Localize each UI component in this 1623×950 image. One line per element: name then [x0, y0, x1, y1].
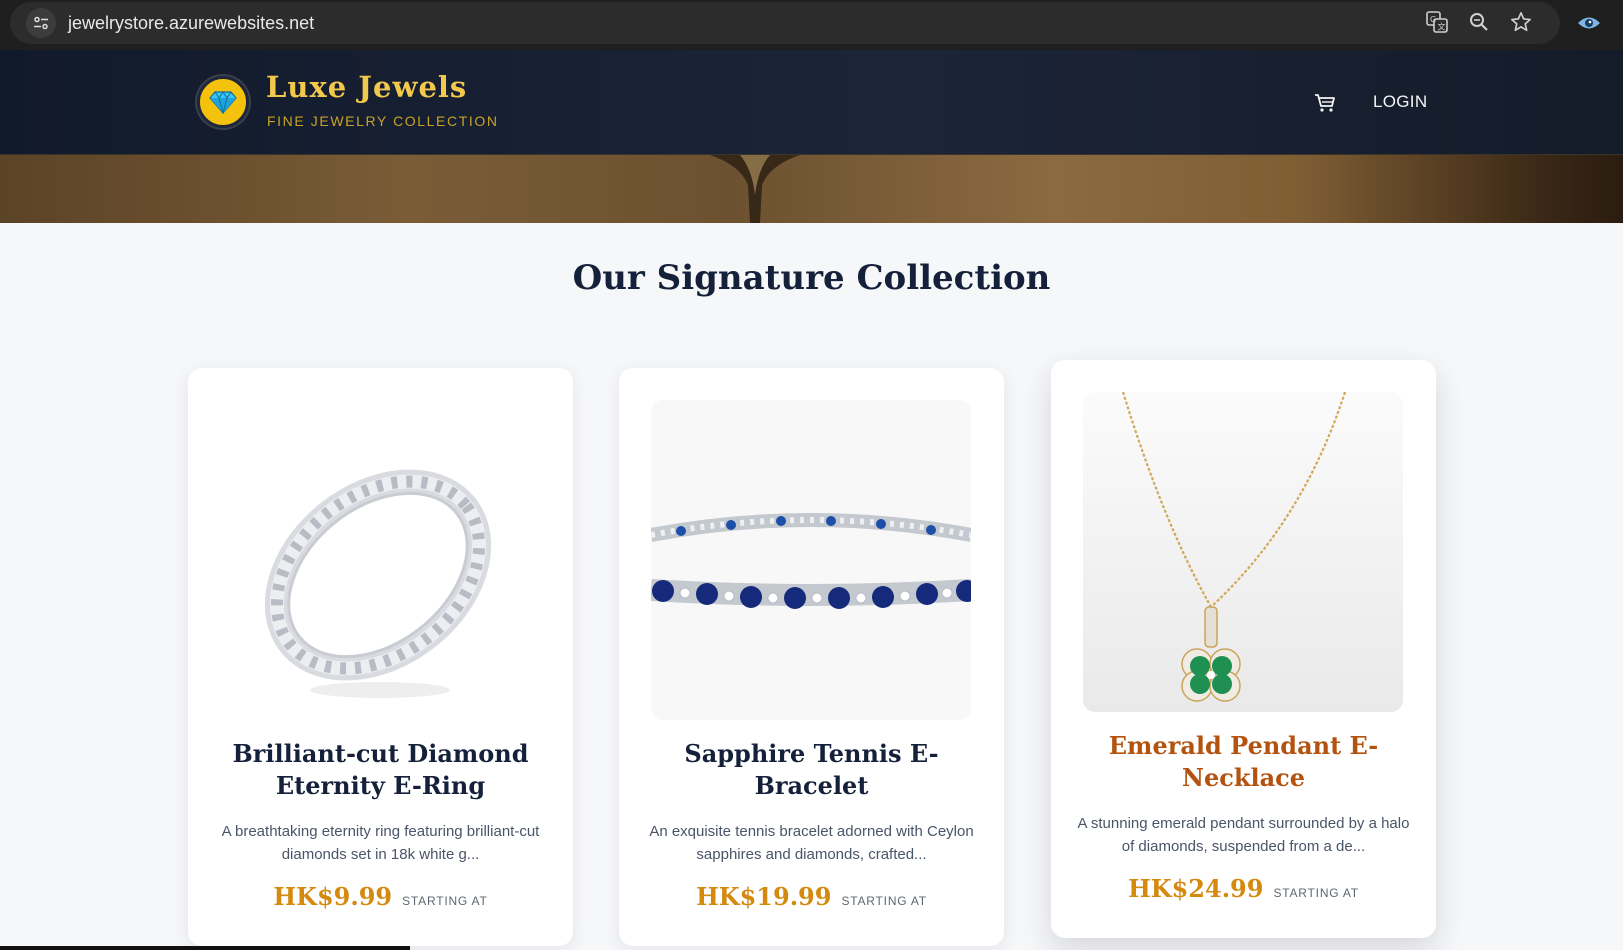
svg-text:G: G: [1430, 15, 1436, 24]
price-note: STARTING AT: [402, 894, 488, 908]
product-title[interactable]: Sapphire Tennis E-Bracelet: [639, 738, 984, 802]
product-card[interactable]: Brilliant-cut Diamond Eternity E-Ring A …: [188, 368, 573, 946]
product-description: A stunning emerald pendant surrounded by…: [1077, 815, 1410, 855]
svg-text:文: 文: [1438, 22, 1446, 32]
login-link[interactable]: LOGIN: [1373, 92, 1427, 112]
product-price: HK$24.99: [1128, 874, 1264, 903]
cart-icon[interactable]: [1312, 92, 1338, 114]
price-row: HK$19.99 STARTING AT: [619, 882, 1004, 911]
translate-icon[interactable]: G文: [1425, 10, 1449, 34]
hero-banner-image: [0, 155, 1623, 223]
zoom-icon[interactable]: [1467, 10, 1491, 34]
price-row: HK$24.99 STARTING AT: [1051, 874, 1436, 903]
status-bar: [0, 946, 410, 950]
product-price: HK$19.99: [696, 882, 832, 911]
product-description: A breathtaking eternity ring featuring b…: [221, 823, 540, 863]
price-note: STARTING AT: [841, 894, 927, 908]
brand-name[interactable]: Luxe Jewels: [266, 70, 467, 104]
product-card[interactable]: Emerald Pendant E-Necklace A stunning em…: [1051, 360, 1436, 938]
site-info-icon[interactable]: [26, 8, 56, 38]
price-note: STARTING AT: [1273, 886, 1359, 900]
product-title[interactable]: Brilliant-cut Diamond Eternity E-Ring: [208, 738, 553, 802]
product-image-necklace[interactable]: [1083, 392, 1403, 712]
url-text[interactable]: jewelrystore.azurewebsites.net: [68, 13, 314, 34]
browser-toolbar: jewelrystore.azurewebsites.net G文: [0, 0, 1623, 50]
bookmark-star-icon[interactable]: [1509, 10, 1533, 34]
product-image-ring[interactable]: [220, 400, 540, 720]
diamond-logo-icon[interactable]: [197, 76, 249, 128]
section-title: Our Signature Collection: [572, 258, 1051, 298]
product-price: HK$9.99: [273, 882, 393, 911]
product-image-bracelet[interactable]: [651, 400, 971, 720]
eye-extension-icon[interactable]: [1577, 12, 1601, 34]
price-row: HK$9.99 STARTING AT: [188, 882, 573, 911]
product-title[interactable]: Emerald Pendant E-Necklace: [1071, 730, 1416, 794]
product-description: An exquisite tennis bracelet adorned wit…: [649, 823, 974, 863]
product-card[interactable]: Sapphire Tennis E-Bracelet An exquisite …: [619, 368, 1004, 946]
brand-tagline: FINE JEWELRY COLLECTION: [267, 113, 499, 129]
site-header: Luxe Jewels FINE JEWELRY COLLECTION LOGI…: [0, 50, 1623, 155]
address-bar[interactable]: jewelrystore.azurewebsites.net: [10, 2, 1560, 44]
